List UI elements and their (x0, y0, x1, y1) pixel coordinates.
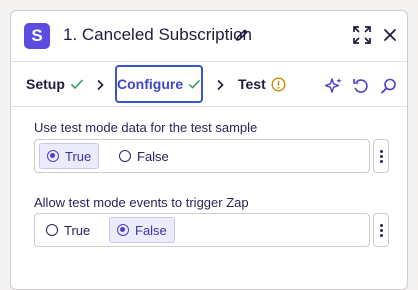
check-icon (70, 79, 83, 90)
radio-selected-icon (47, 150, 59, 162)
radio-group-test-mode-data: True False (34, 139, 370, 173)
radio-group-trigger-zap: True False (34, 213, 370, 247)
step-tabs: Setup Configure Test (11, 61, 407, 107)
chevron-right-icon (97, 79, 104, 91)
chevron-right-icon (217, 79, 224, 91)
edit-icon[interactable] (234, 27, 250, 43)
warning-icon (271, 76, 286, 92)
radio-option-false[interactable]: False (112, 143, 176, 169)
radio-option-false[interactable]: False (109, 217, 175, 243)
radio-option-label: True (65, 148, 92, 164)
step-title: 1. Canceled Subscription (63, 25, 253, 44)
sparkle-icon[interactable] (324, 76, 344, 96)
tab-setup[interactable]: Setup (26, 68, 84, 100)
tab-test-label: Test (238, 76, 266, 92)
radio-empty-icon (46, 224, 58, 236)
tab-configure[interactable]: Configure (115, 65, 203, 103)
field-label: Allow test mode events to trigger Zap (34, 195, 249, 210)
tab-test[interactable]: Test (238, 68, 286, 100)
radio-selected-icon (117, 224, 129, 236)
expand-icon[interactable] (352, 25, 372, 45)
step-panel: S 1. Canceled Subscription Setup Configu… (10, 10, 408, 290)
dot (379, 223, 383, 227)
tab-setup-label: Setup (26, 76, 65, 92)
field-options-button[interactable] (373, 213, 389, 247)
search-icon[interactable] (379, 76, 399, 96)
radio-option-label: False (137, 148, 169, 164)
radio-option-label: True (64, 222, 91, 238)
radio-option-label: False (135, 222, 167, 238)
radio-empty-icon (119, 150, 131, 162)
close-icon[interactable] (381, 26, 399, 44)
dot (379, 154, 383, 158)
radio-option-true[interactable]: True (39, 217, 97, 243)
radio-option-true[interactable]: True (39, 143, 100, 169)
dot (379, 228, 383, 232)
tab-configure-label: Configure (117, 76, 184, 92)
field-label: Use test mode data for the test sample (34, 120, 258, 135)
app-logo: S (24, 23, 50, 49)
check-icon (188, 79, 201, 89)
dot (379, 159, 383, 163)
field-options-button[interactable] (373, 139, 389, 173)
dot (379, 233, 383, 237)
panel-header: S 1. Canceled Subscription (11, 11, 407, 61)
undo-icon[interactable] (351, 76, 371, 96)
dot (379, 149, 383, 153)
